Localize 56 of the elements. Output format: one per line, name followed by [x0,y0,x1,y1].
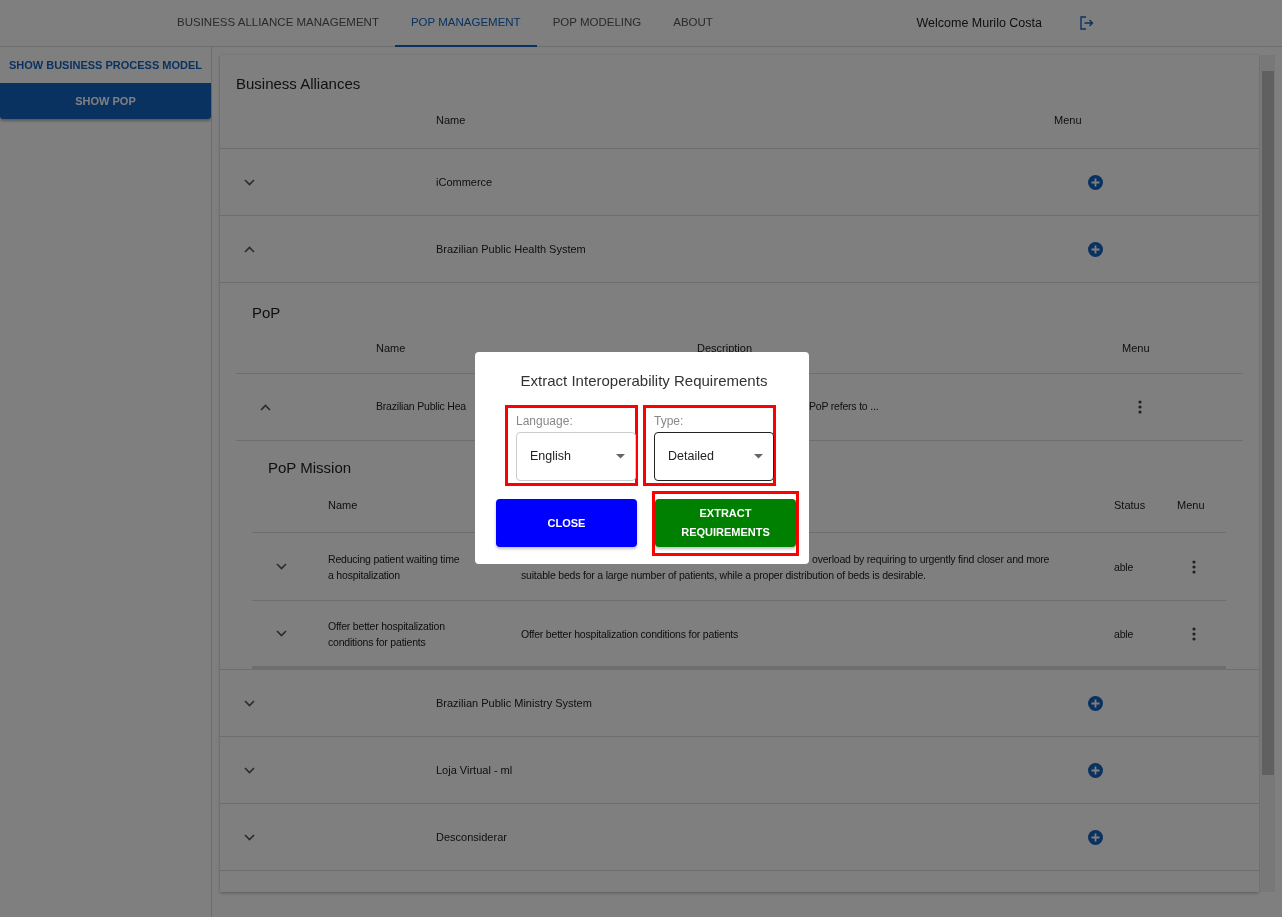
expand-chevron-icon[interactable] [244,698,255,708]
column-header: Description [697,341,754,357]
table-cell-text: Reducing patient waiting time a hospitalization [328,551,461,583]
column-header: Name [328,498,359,514]
table-cell-text: suitable beds for a large number of patients, while a proper distribution of beds is desirable. [521,567,927,583]
sidebar-button[interactable]: SHOW POP [0,83,211,119]
add-icon[interactable] [1088,695,1103,711]
table-cell-text: Loja Virtual - ml [436,762,514,778]
extract-button[interactable]: EXTRACT REQUIREMENTS [655,499,796,547]
section-title: Business Alliances [236,74,362,93]
expand-chevron-icon[interactable] [244,177,255,187]
status-cell-text: able [1114,626,1135,642]
section-title: PoP [252,303,282,323]
add-icon[interactable] [1088,762,1103,778]
close-button[interactable]: CLOSE [496,499,637,547]
collapse-chevron-icon[interactable] [244,244,255,254]
expand-chevron-icon[interactable] [244,832,255,842]
nav-tab[interactable]: BUSINESS ALLIANCE MANAGEMENT [161,0,395,47]
scrollbar[interactable] [1261,55,1275,892]
kebab-menu-icon[interactable] [1138,400,1142,414]
column-header: Name [376,341,407,357]
column-header: Status [1114,498,1147,514]
field-label: Language: [516,413,574,428]
logout-icon[interactable] [1078,15,1094,31]
status-cell-text: able [1114,559,1135,575]
table-cell-text: Offer better hospitalization conditions for patients [521,626,740,642]
expand-chevron-icon[interactable] [244,765,255,775]
column-header: Menu [1122,341,1151,357]
table-cell-text: iCommerce [436,174,494,190]
welcome-text: Welcome Murilo Costa [916,14,1042,32]
kebab-menu-icon[interactable] [1192,559,1196,574]
add-icon[interactable] [1088,174,1103,190]
kebab-menu-icon[interactable] [1192,626,1196,641]
column-header: Menu [1054,113,1083,129]
expand-chevron-icon[interactable] [276,629,287,638]
select-field[interactable]: Detailed [654,431,774,481]
column-header: Menu [1177,498,1206,514]
table-cell-text: Offer better hospitalization conditions for patients [328,618,446,650]
add-icon[interactable] [1088,241,1103,257]
nav-tab[interactable]: ABOUT [657,0,729,47]
table-cell: Brazilian Public Hea [376,400,466,413]
table-cell: PoP refers to ... [809,400,879,413]
table-cell-text: Desconsiderar [436,829,508,845]
collapse-chevron-icon[interactable] [260,402,271,412]
table-cell-text: Brazilian Public Health System [436,241,587,257]
select-field[interactable]: English [516,431,636,481]
column-header: Name [436,113,467,129]
caret-icon [616,453,625,459]
table-cell-text: overload by requiring to urgently find closer and more [812,551,1051,567]
table-cell-text: Brazilian Public Ministry System [436,695,593,711]
caret-icon [754,453,763,459]
dialog-title: Extract Interoperability Requirements [519,371,769,391]
nav-tab[interactable]: POP MODELING [536,0,658,47]
add-icon[interactable] [1088,829,1103,845]
field-label: Type: [654,413,685,428]
expand-chevron-icon[interactable] [276,562,287,571]
